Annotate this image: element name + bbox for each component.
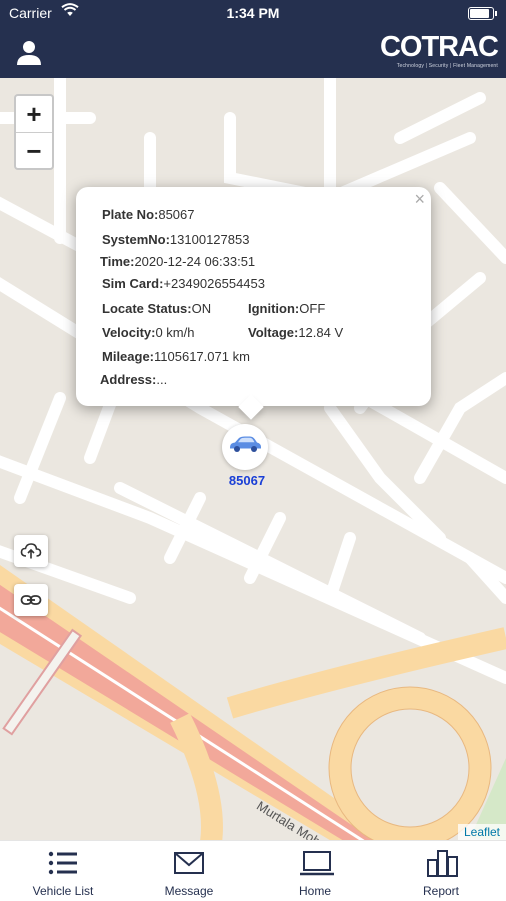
zoom-in-button[interactable]: + [16, 96, 52, 133]
zoom-out-button[interactable]: − [16, 133, 52, 169]
leaflet-attribution-link[interactable]: Leaflet [457, 824, 506, 840]
address-value: ... [156, 372, 168, 387]
battery-icon [468, 7, 497, 20]
brand-tagline: Technology | Security | Fleet Management [396, 63, 498, 69]
car-icon [230, 436, 261, 452]
time-row: Time:2020-12-24 06:33:51 [100, 254, 255, 269]
voltage-label: Voltage: [248, 325, 299, 340]
tab-message-label: Message [164, 884, 214, 898]
system-row: SystemNo:13100127853 [102, 232, 249, 247]
time-value: 2020-12-24 06:33:51 [134, 254, 256, 269]
battery-level [470, 9, 489, 18]
ignition-row: Ignition:OFF [248, 301, 325, 316]
clock: 1:34 PM [226, 5, 280, 21]
tab-vehicle-list-label: Vehicle List [32, 884, 94, 898]
cloud-upload-icon [20, 543, 42, 559]
sim-label: Sim Card: [102, 276, 164, 291]
address-row: Address:... [100, 372, 167, 387]
vehicle-info-popup: × Plate No:85067 SystemNo:13100127853 Ti… [76, 187, 431, 420]
tab-report-label: Report [422, 884, 460, 898]
sim-value: +2349026554453 [163, 276, 265, 291]
tab-home-label: Home [298, 884, 331, 898]
velocity-label: Velocity: [102, 325, 156, 340]
velocity-row: Velocity:0 km/h [102, 325, 194, 340]
ignition-value: OFF [299, 301, 326, 316]
brand-logo: COTRAC Technology | Security | Fleet Man… [379, 31, 499, 69]
vehicle-marker[interactable] [222, 424, 268, 470]
voltage-row: Voltage:12.84 V [248, 325, 343, 340]
laptop-icon [300, 851, 334, 876]
vehicle-marker-label: 85067 [228, 473, 266, 488]
zoom-control: + − [14, 94, 54, 170]
cloud-upload-button[interactable] [14, 535, 48, 567]
sim-row: Sim Card:+2349026554453 [102, 276, 265, 291]
link-button[interactable] [14, 584, 48, 616]
map-view[interactable]: + − × Plate No:85067 SystemNo:1310012785… [0, 78, 506, 840]
address-label: Address: [100, 372, 157, 387]
plate-value: 85067 [158, 207, 195, 222]
plate-row: Plate No:85067 [102, 207, 195, 222]
ignition-label: Ignition: [248, 301, 300, 316]
mileage-label: Mileage: [102, 349, 155, 364]
tab-report[interactable]: Report [378, 841, 504, 901]
voltage-value: 12.84 V [298, 325, 344, 340]
list-icon [48, 851, 77, 875]
tab-home[interactable]: Home [252, 841, 378, 901]
mileage-row: Mileage:1105617.071 km [102, 349, 250, 364]
time-label: Time: [100, 254, 135, 269]
locate-value: ON [191, 301, 212, 316]
link-icon [20, 595, 42, 605]
envelope-icon [174, 852, 204, 874]
tab-vehicle-list[interactable]: Vehicle List [0, 841, 126, 901]
system-value: 13100127853 [169, 232, 250, 247]
mileage-value: 1105617.071 km [154, 349, 250, 364]
velocity-value: 0 km/h [155, 325, 195, 340]
status-bar: Carrier 1:34 PM [0, 0, 506, 26]
app-header: COTRAC Technology | Security | Fleet Man… [0, 26, 506, 78]
locate-label: Locate Status: [102, 301, 192, 316]
brand-name: COTRAC [379, 31, 499, 63]
locate-row: Locate Status:ON [102, 301, 211, 316]
popup-close-button[interactable]: × [414, 189, 425, 210]
user-icon[interactable] [14, 38, 44, 68]
bar-chart-icon [427, 850, 458, 877]
system-label: SystemNo: [102, 232, 170, 247]
bottom-tab-bar: Vehicle List Message Home Report [0, 840, 506, 901]
plate-label: Plate No: [102, 207, 159, 222]
tab-message[interactable]: Message [126, 841, 252, 901]
